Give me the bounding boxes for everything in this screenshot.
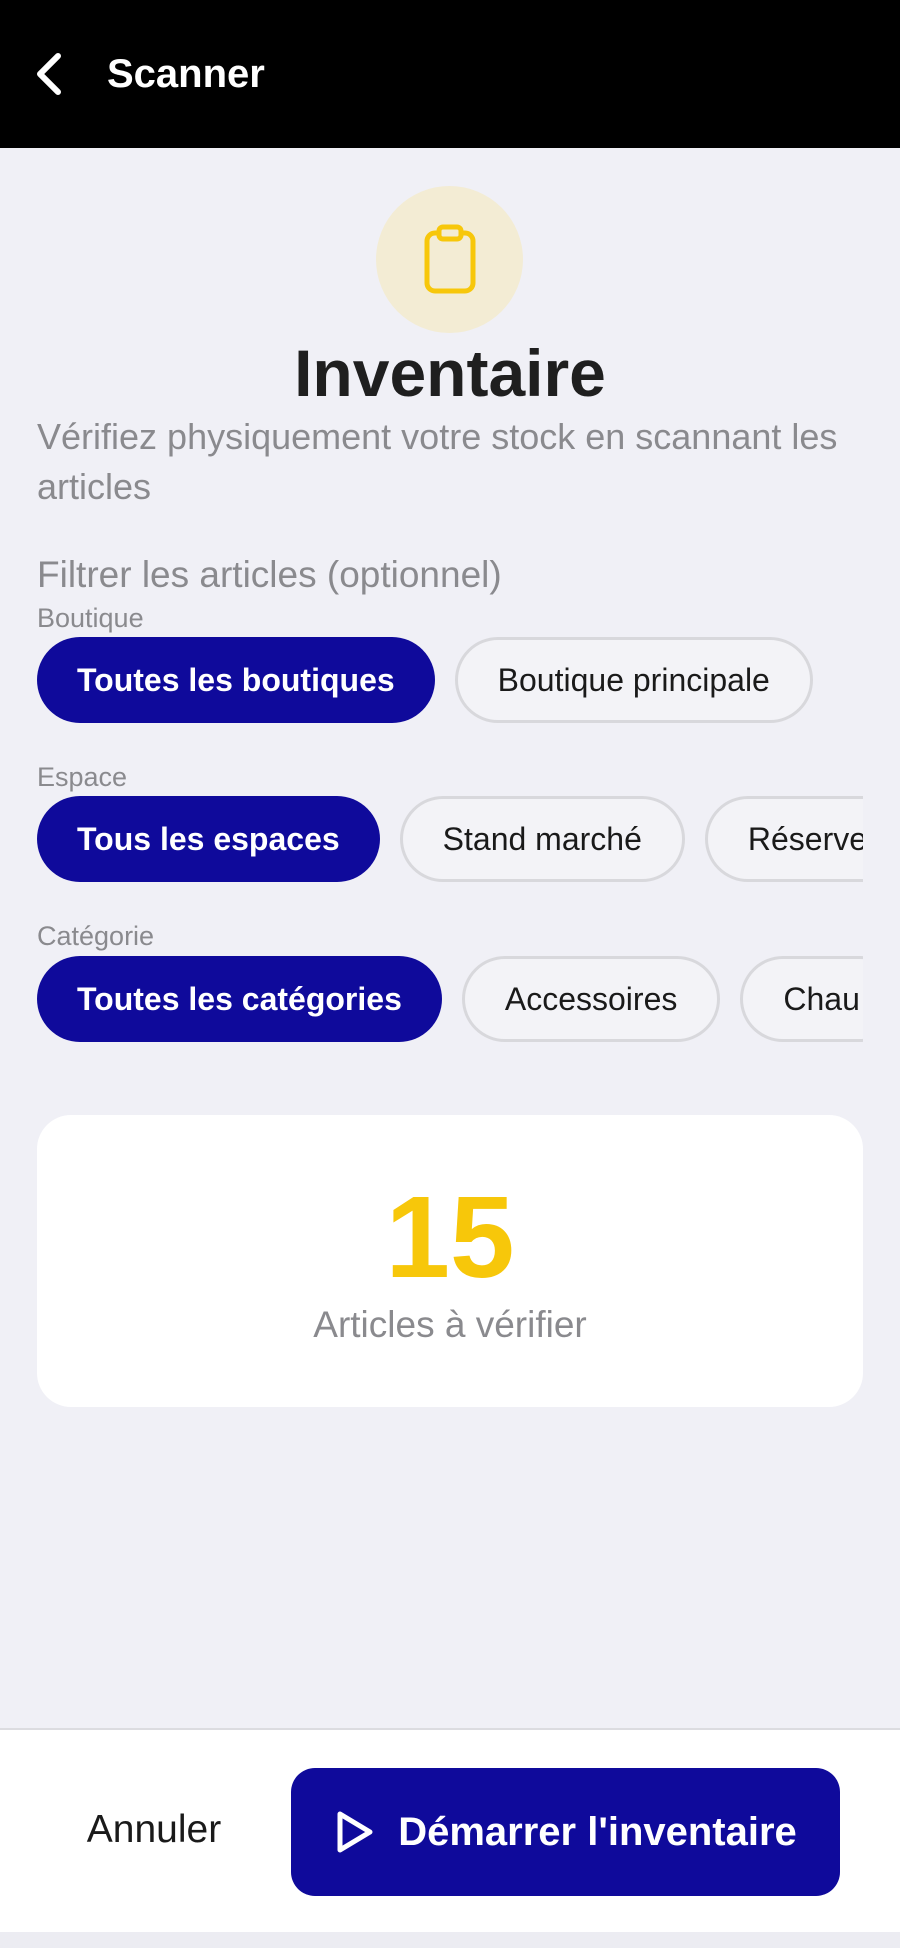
chip-all-categories[interactable]: Toutes les catégories [37, 956, 442, 1042]
start-inventory-button[interactable]: Démarrer l'inventaire [291, 1768, 840, 1896]
back-button[interactable] [22, 38, 76, 110]
play-icon [337, 1811, 373, 1853]
chip-row-categorie: Toutes les catégories Accessoires Chau [37, 956, 863, 1042]
bottom-edge [0, 1932, 900, 1948]
action-bar: Annuler Démarrer l'inventaire [0, 1728, 900, 1932]
filter-heading: Filtrer les articles (optionnel) [37, 554, 502, 595]
filter-label-espace: Espace [37, 762, 128, 792]
start-inventory-label: Démarrer l'inventaire [398, 1809, 797, 1854]
filter-label-boutique: Boutique [37, 603, 144, 633]
chip-market-stand[interactable]: Stand marché [399, 796, 685, 882]
chip-main-shop[interactable]: Boutique principale [454, 637, 813, 723]
items-count: 15 [385, 1172, 515, 1302]
clipboard-icon [424, 224, 475, 293]
page-subtitle: Vérifiez physiquement votre stock en sca… [37, 416, 838, 507]
chip-reserve[interactable]: Réserve [704, 796, 863, 882]
header-title: Scanner [107, 52, 265, 96]
chip-row-espace: Tous les espaces Stand marché Réserve [37, 796, 863, 882]
chip-shoes[interactable]: Chau [740, 956, 863, 1042]
filter-label-categorie: Catégorie [37, 921, 155, 951]
chip-all-shops[interactable]: Toutes les boutiques [37, 637, 435, 723]
cancel-button[interactable]: Annuler [40, 1766, 268, 1894]
items-to-check-card: 15 Articles à vérifier [37, 1115, 863, 1407]
chip-row-boutique: Toutes les boutiques Boutique principale [37, 637, 863, 723]
items-count-label: Articles à vérifier [313, 1304, 587, 1345]
app-header: Scanner [0, 0, 900, 148]
page-title: Inventaire [294, 336, 606, 410]
chip-all-spaces[interactable]: Tous les espaces [37, 796, 380, 882]
chip-accessories[interactable]: Accessoires [461, 956, 721, 1042]
chevron-left-icon [37, 53, 61, 95]
inventory-icon-badge [376, 186, 523, 333]
